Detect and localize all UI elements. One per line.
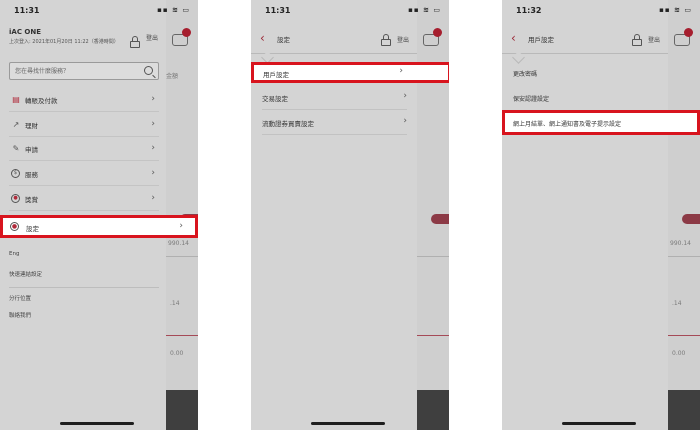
menu-item-wealth[interactable]: ↗ 理財 › [9,113,159,137]
background-footer [166,390,198,430]
row-label: 網上月結單、網上通知書及電子提示設定 [513,121,622,128]
row-trading-settings[interactable]: 交易設定 › [262,86,407,110]
panel-header: ‹ 用戶設定 登出 [502,26,668,54]
phone-screen-settings: ‹ 設定 登出 交易設定 › 流動證券買賣設定 › 用戶設定 › 11:31 ▪… [251,0,449,430]
logout-button[interactable]: 登出 [648,35,660,44]
menu-item-transfer[interactable]: ▤ 轉賬及付款 › [9,88,159,112]
menu-item-label: 轉賬及付款 [25,97,58,105]
back-arrow-icon[interactable]: ‹ [511,31,516,45]
user-settings-panel: ‹ 用戶設定 登出 更改密碼 保安認證設定 [502,0,668,430]
notification-badge [433,28,442,37]
background-text: 0.00 [170,350,184,357]
notification-badge [684,28,693,37]
lock-icon[interactable] [381,34,391,46]
search-bar[interactable] [9,62,159,80]
background-text: 金額 [166,73,179,80]
menu-item-label: 服務 [25,171,38,179]
phone-screen-user-settings: ‹ 用戶設定 登出 更改密碼 保安認證設定 網上月結單、網上通知書及電子提示設定… [502,0,700,430]
chevron-right-icon: › [403,116,407,126]
settings-icon: ● [10,222,19,231]
divider [668,256,700,257]
row-user-settings-highlighted[interactable]: 用戶設定 › [251,62,449,83]
pen-icon: ✎ [12,144,20,153]
menu-item-label: 獎賞 [25,196,38,204]
menu-item-label: 設定 [26,225,39,233]
background-tab [682,214,700,224]
row-label: 交易設定 [262,95,288,103]
row-label: 用戶設定 [263,71,289,79]
row-security-authentication[interactable]: 保安認證設定 [513,94,549,103]
status-time: 11:32 [516,6,542,15]
status-time: 11:31 [265,6,291,15]
divider [668,335,700,336]
background-text: .14 [672,300,682,307]
chevron-right-icon: › [151,119,155,129]
background-tab [431,214,449,224]
background-footer [668,390,700,430]
calendar-icon: ▤ [12,95,20,104]
row-mobile-securities-settings[interactable]: 流動證券買賣設定 › [262,111,407,135]
menu-item-settings-highlighted[interactable]: ● 設定 › [0,215,198,238]
search-icon[interactable] [144,66,153,75]
home-indicator[interactable] [562,422,636,425]
notification-badge [182,28,191,37]
chart-icon: ↗ [12,120,20,129]
divider [9,287,159,288]
dollar-icon: $ [11,169,20,178]
menu-item-apply[interactable]: ✎ 申請 › [9,137,159,161]
menu-item-services[interactable]: $ 服務 › [9,162,159,186]
menu-item-label: 申請 [25,146,38,154]
chevron-right-icon: › [151,193,155,203]
brand-name: iAC ONE [9,28,41,36]
chevron-right-icon: › [151,94,155,104]
row-change-password[interactable]: 更改密碼 [513,69,537,78]
background-footer [417,390,449,430]
branch-locator-link[interactable]: 分行位置 [9,294,31,302]
page-title: 用戶設定 [528,36,554,44]
menu-item-label: 理財 [25,122,38,130]
quick-link-settings[interactable]: 快速連結設定 [9,270,42,278]
background-app [668,0,700,430]
home-indicator[interactable] [60,422,134,425]
background-text: .14 [170,300,180,307]
panel-header: ‹ 設定 登出 [251,26,417,54]
background-text: 990.14 [670,240,691,247]
status-bar: 11:32 ▪▪ ≋ ▭ [502,0,700,22]
row-estatement-settings-highlighted[interactable]: 網上月結單、網上通知書及電子提示設定 [502,110,700,135]
divider [417,256,449,257]
menu-item-rewards[interactable]: ● 獎賞 › [9,187,159,211]
divider [166,335,198,336]
back-arrow-icon[interactable]: ‹ [260,31,265,45]
phone-screen-menu: iAC ONE 上次登入: 2021年01月20日 11:22（香港時間） 登出… [0,0,198,430]
reward-icon: ● [11,194,20,203]
status-bar: 11:31 ▪▪ ≋ ▭ [251,0,449,22]
row-label: 流動證券買賣設定 [262,120,314,128]
chevron-right-icon: › [151,143,155,153]
status-time: 11:31 [14,6,40,15]
logout-button[interactable]: 登出 [397,35,409,44]
page-title: 設定 [277,36,290,44]
logout-button[interactable]: 登出 [146,33,158,42]
chevron-right-icon: › [403,91,407,101]
signal-battery-icon: ▪▪ ≋ ▭ [408,6,441,14]
chevron-right-icon: › [179,221,183,231]
background-text: 0.00 [672,350,686,357]
search-input[interactable] [15,65,135,77]
home-indicator[interactable] [311,422,385,425]
chevron-right-icon: › [151,168,155,178]
divider [417,335,449,336]
lock-icon[interactable] [130,36,140,48]
signal-battery-icon: ▪▪ ≋ ▭ [659,6,692,14]
last-login-text: 上次登入: 2021年01月20日 11:22（香港時間） [9,39,119,45]
divider [166,256,198,257]
chevron-right-icon: › [399,66,403,76]
signal-battery-icon: ▪▪ ≋ ▭ [157,6,190,14]
language-toggle[interactable]: Eng [9,251,19,257]
contact-us-link[interactable]: 聯絡我們 [9,311,31,319]
background-text: 990.14 [168,240,189,247]
status-bar: 11:31 ▪▪ ≋ ▭ [0,0,198,22]
lock-icon[interactable] [632,34,642,46]
